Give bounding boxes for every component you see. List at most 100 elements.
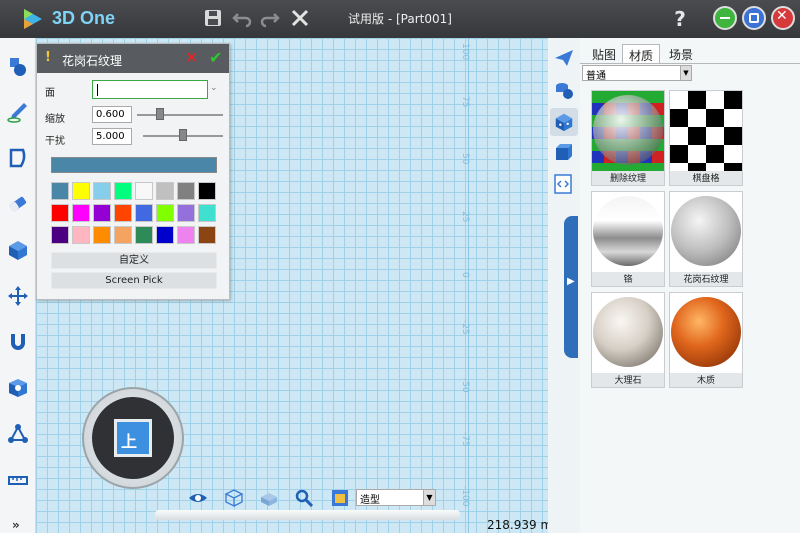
warning-icon: !	[45, 50, 51, 65]
color-swatch[interactable]	[156, 204, 174, 222]
dialog-header: ! 花岗石纹理 ✕ ✔	[37, 44, 229, 73]
more-tools-button[interactable]: »	[12, 518, 20, 532]
color-swatch[interactable]	[156, 226, 174, 244]
tab-texture[interactable]: 贴图	[586, 44, 622, 64]
panel-collapse-handle[interactable]: ▶	[564, 216, 578, 358]
color-swatch[interactable]	[198, 182, 216, 200]
color-swatch[interactable]	[114, 204, 132, 222]
color-swatch[interactable]	[72, 182, 90, 200]
scale-input[interactable]: 0.600	[92, 106, 132, 123]
color-swatch[interactable]	[135, 226, 153, 244]
app-brand: 3D One	[52, 8, 116, 28]
scale-label: 缩放	[45, 114, 65, 125]
maximize-button[interactable]	[742, 6, 766, 30]
view-navigator[interactable]: 上	[82, 387, 184, 489]
minimize-button[interactable]	[713, 6, 737, 30]
color-swatch[interactable]	[51, 204, 69, 222]
shaded-cube-icon[interactable]	[259, 488, 279, 508]
material-wood[interactable]: 木质	[669, 292, 743, 388]
color-swatch[interactable]	[114, 226, 132, 244]
color-swatch[interactable]	[198, 204, 216, 222]
close-button[interactable]: ✕	[771, 6, 795, 30]
network-icon[interactable]	[6, 422, 30, 446]
material-label: 花岗石纹理	[683, 275, 729, 285]
axis-tick: -75	[460, 432, 470, 447]
material-marble[interactable]: 大理石	[591, 292, 665, 388]
color-swatch[interactable]	[156, 182, 174, 200]
undo-icon[interactable]	[230, 6, 254, 30]
material-checkerboard[interactable]: 棋盘格	[669, 90, 743, 186]
scale-slider-thumb[interactable]	[156, 108, 165, 120]
question-icon[interactable]: ?	[668, 6, 692, 30]
materials-icon	[555, 113, 573, 132]
face-input[interactable]	[92, 80, 208, 99]
material-remove-texture[interactable]: 删除纹理	[591, 90, 665, 186]
material-browser: 贴图 材质 场景 普通 ▼ 删除纹理 棋盘格 铬 花岗石纹理 大理石 木质	[580, 38, 800, 533]
axis-tick: 75	[460, 96, 470, 108]
color-swatch[interactable]	[177, 204, 195, 222]
code-icon[interactable]	[552, 172, 576, 196]
axis-tick: -25	[460, 320, 470, 335]
view-cube-top-face[interactable]: 上	[114, 419, 152, 457]
face-label: 面	[45, 88, 55, 99]
material-thumbnail	[670, 192, 742, 272]
color-swatch[interactable]	[114, 182, 132, 200]
primitive-shapes-icon[interactable]	[6, 54, 30, 78]
mode-select[interactable]: 造型 ▼	[356, 489, 436, 506]
screen-pick-button[interactable]: Screen Pick	[51, 272, 217, 289]
eye-icon[interactable]	[188, 488, 208, 508]
title-bar: 3D One 试用版 - [Part001] ? ✕	[0, 0, 800, 38]
material-chrome[interactable]: 铬	[591, 191, 665, 287]
chevron-down-icon[interactable]: ▼	[680, 66, 691, 80]
color-swatch[interactable]	[177, 226, 195, 244]
color-swatch[interactable]	[72, 226, 90, 244]
tab-material[interactable]: 材质	[622, 44, 661, 64]
noise-input[interactable]: 5.000	[92, 128, 132, 145]
color-swatch[interactable]	[93, 226, 111, 244]
view-navigator-ring[interactable]: 上	[92, 397, 174, 479]
chevron-down-icon[interactable]: ⌄	[210, 83, 218, 93]
custom-color-button[interactable]: 自定义	[51, 252, 217, 269]
color-swatch[interactable]	[135, 182, 153, 200]
left-toolbar: »	[0, 38, 36, 533]
material-thumbnail	[592, 293, 664, 373]
send-icon[interactable]	[552, 46, 576, 70]
noise-slider-thumb[interactable]	[179, 129, 187, 141]
wireframe-cube-icon[interactable]	[224, 488, 244, 508]
material-thumbnail	[670, 91, 742, 171]
color-swatch[interactable]	[51, 226, 69, 244]
color-swatch[interactable]	[93, 182, 111, 200]
window-title: 试用版 - [Part001]	[348, 12, 452, 26]
current-color-bar[interactable]	[51, 157, 217, 173]
layers-icon[interactable]	[552, 78, 576, 102]
sketch-pen-icon[interactable]	[6, 100, 30, 124]
magnet-icon[interactable]	[6, 330, 30, 354]
color-swatch[interactable]	[51, 182, 69, 200]
combine-box-icon[interactable]	[6, 376, 30, 400]
color-swatch[interactable]	[93, 204, 111, 222]
chevron-down-icon[interactable]: ▼	[423, 490, 435, 505]
confirm-icon[interactable]: ✔	[209, 48, 222, 67]
zoom-icon[interactable]	[294, 488, 314, 508]
axis-tick: 100	[460, 43, 470, 61]
materials-tab[interactable]	[550, 108, 578, 136]
scale-slider[interactable]	[137, 114, 223, 116]
material-type-select[interactable]: 普通 ▼	[582, 65, 692, 82]
tab-scene[interactable]: 场景	[663, 44, 699, 64]
view-cube-icon[interactable]	[552, 140, 576, 164]
color-swatch[interactable]	[198, 226, 216, 244]
redo-icon[interactable]	[258, 6, 282, 30]
material-thumbnail	[670, 293, 742, 373]
move-icon[interactable]	[6, 284, 30, 308]
eraser-icon[interactable]	[6, 192, 30, 216]
material-granite[interactable]: 花岗石纹理	[669, 191, 743, 287]
color-swatch[interactable]	[135, 204, 153, 222]
color-swatch[interactable]	[177, 182, 195, 200]
color-swatch[interactable]	[72, 204, 90, 222]
cancel-icon[interactable]: ✕	[185, 48, 198, 67]
ruler-icon[interactable]	[6, 468, 30, 492]
save-icon[interactable]	[201, 6, 225, 30]
sketch-curve-icon[interactable]	[6, 146, 30, 170]
render-style-icon[interactable]	[330, 488, 350, 508]
solid-box-icon[interactable]	[6, 238, 30, 262]
